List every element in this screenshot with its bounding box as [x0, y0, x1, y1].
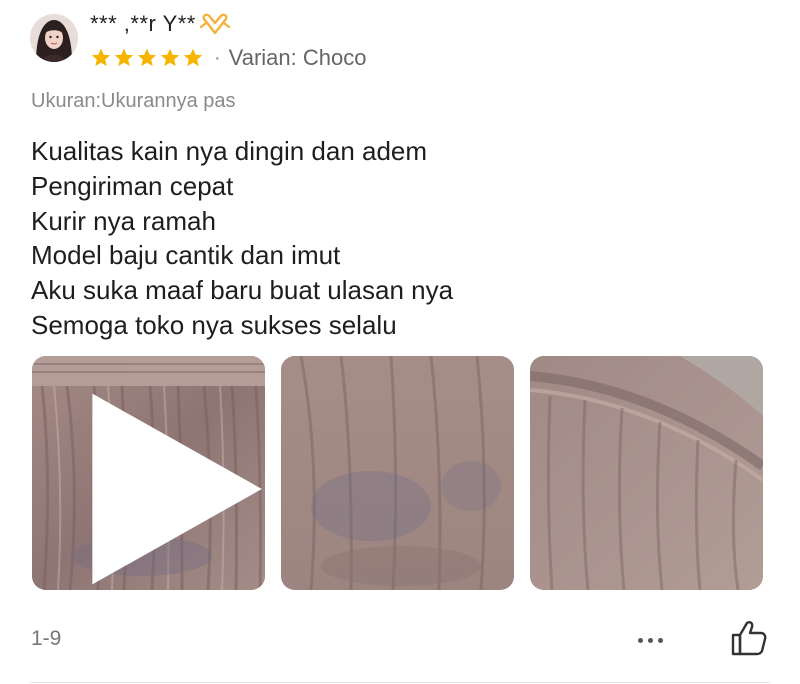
more-options-icon[interactable]	[632, 628, 668, 652]
reviewer-name-text: *** ,**r Y**	[90, 11, 196, 36]
rating-row: · Varian: Choco	[90, 44, 366, 72]
more-dot	[657, 637, 663, 643]
star-icon	[183, 48, 203, 67]
more-dot	[637, 637, 643, 643]
review-text-line: Semoga toko nya sukses selalu	[31, 309, 397, 340]
review-text-line: Model baju cantik dan imut	[31, 240, 341, 271]
star-icon	[160, 48, 180, 67]
size-note: Ukuran:Ukurannya pas	[31, 90, 236, 112]
review-text-line: Pengiriman cepat	[31, 170, 234, 201]
separator-dot: ·	[214, 46, 221, 69]
review-text-line: Kualitas kain nya dingin dan adem	[31, 136, 428, 166]
review-text-line: Kurir nya ramah	[31, 205, 216, 236]
star-icon	[137, 48, 157, 67]
review-video-thumbnail[interactable]	[32, 356, 265, 590]
play-icon[interactable]	[50, 372, 265, 590]
page-count: 1-9	[31, 627, 62, 650]
divider	[30, 682, 770, 683]
review-card: *** ,**r Y** · Varian: Choco Ukuran:Ukur…	[0, 0, 800, 684]
review-text: Kualitas kain nya dingin dan adem Pengiri…	[31, 134, 453, 343]
reviewer-name[interactable]: *** ,**r Y**	[90, 10, 230, 38]
star-rating	[90, 47, 204, 69]
user-avatar[interactable]	[30, 14, 78, 62]
review-text-line: Aku suka maaf baru buat ulasan nya	[31, 275, 454, 306]
more-dot	[647, 637, 653, 643]
thumbs-up-icon[interactable]	[729, 618, 769, 658]
review-photo[interactable]	[281, 356, 514, 590]
star-icon	[91, 48, 111, 67]
heart-hands-emoji-icon	[199, 13, 230, 35]
variant-label: Varian: Choco	[228, 45, 367, 70]
star-icon	[114, 48, 134, 67]
review-photo[interactable]	[530, 356, 763, 590]
